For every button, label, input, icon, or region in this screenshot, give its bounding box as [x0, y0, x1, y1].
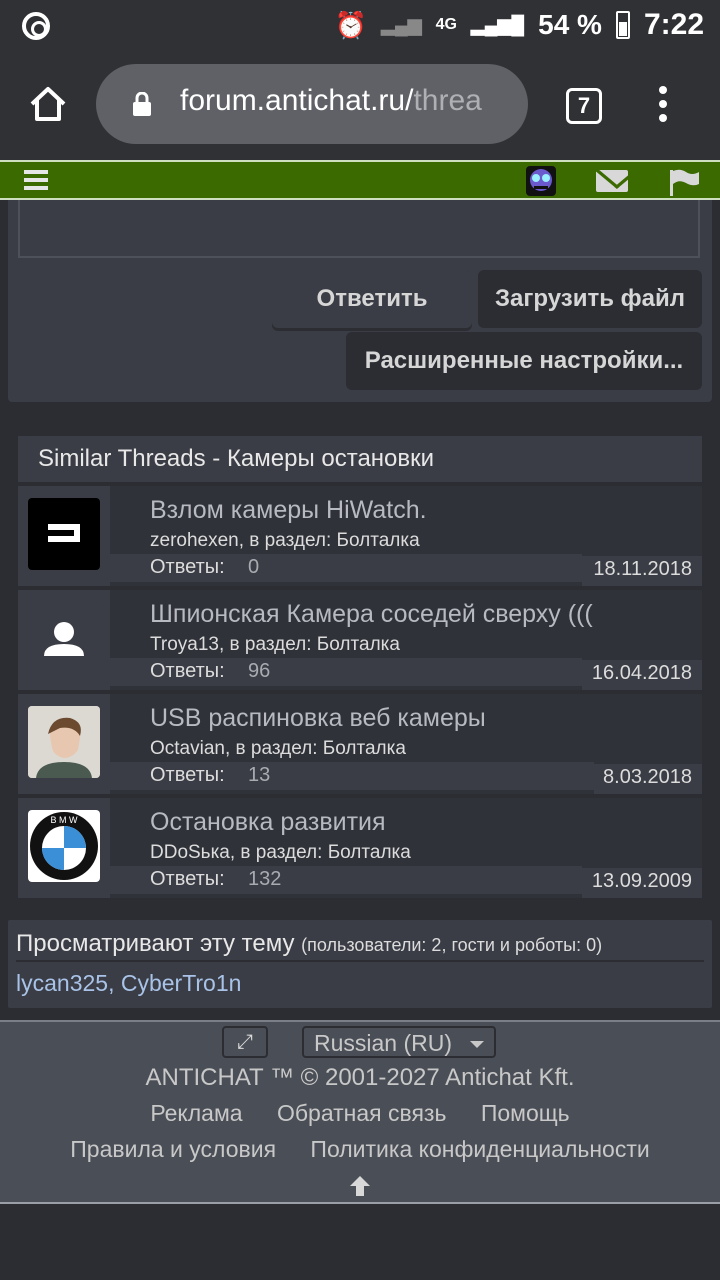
thread-meta: Troya13, в раздел: Болталка	[150, 634, 400, 655]
bmw-logo-avatar[interactable]: B M W	[28, 810, 100, 882]
answers-count: 96	[248, 660, 271, 682]
scroll-top-icon[interactable]	[348, 1174, 372, 1198]
thread-stats: Ответы: 96	[110, 658, 582, 686]
default-avatar-icon[interactable]	[28, 602, 100, 674]
footer-link-ads[interactable]: Реклама	[150, 1100, 242, 1126]
thread-avatar[interactable]	[28, 498, 100, 570]
main-content: Ответить Загрузить файл Расширенные наст…	[0, 200, 720, 1020]
status-bar: ⏰ ▂▄▆ 4G ▂▄▆█ 54 % 7:22	[0, 0, 720, 52]
network-type: 4G	[435, 16, 457, 33]
thread-meta: zerohexen, в раздел: Болталка	[150, 530, 420, 551]
thread-body: Остановка развития DDoSька, в раздел: Бо…	[110, 798, 702, 898]
footer-links-row1: Реклама Обратная связь Помощь	[0, 1100, 720, 1127]
viewing-counts: (пользователи: 2, гости и роботы: 0)	[301, 935, 603, 955]
viewing-heading: Просматривают эту тему	[16, 930, 295, 957]
status-bar-right: ⏰ ▂▄▆ 4G ▂▄▆█ 54 % 7:22	[335, 8, 704, 42]
thread-title[interactable]: USB распиновка веб камеры	[150, 704, 486, 733]
copyright: ANTICHAT ™ © 2001-2027 Antichat Kft.	[145, 1064, 575, 1091]
footer: ⤢ Russian (RU) ANTICHAT ™ © 2001-2027 An…	[0, 1020, 720, 1204]
thread-row[interactable]: USB распиновка веб камеры Octavian, в ра…	[18, 690, 702, 794]
expand-icon[interactable]: ⤢	[222, 1026, 268, 1058]
thread-date: 8.03.2018	[603, 766, 692, 788]
language-label: Russian (RU)	[314, 1030, 453, 1056]
viewing-title: Просматривают эту тему (пользователи: 2,…	[16, 930, 602, 958]
language-selector[interactable]: Russian (RU)	[302, 1026, 496, 1058]
answers-count: 13	[248, 764, 271, 786]
thread-title[interactable]: Взлом камеры HiWatch.	[150, 496, 427, 525]
url-text: forum.antichat.ru/threa	[180, 84, 482, 118]
battery-icon	[615, 11, 630, 39]
thread-stats: Ответы: 13	[110, 762, 594, 790]
url-main: forum.antichat.ru/	[180, 84, 414, 117]
thread-meta: Octavian, в раздел: Болталка	[150, 738, 406, 759]
mail-icon[interactable]	[596, 170, 628, 192]
thread-date: 13.09.2009	[591, 870, 692, 892]
thread-row[interactable]: B M W Остановка развития DDoSька, в разд…	[18, 794, 702, 898]
thread-title[interactable]: Шпионская Камера соседей сверху (((	[150, 600, 593, 629]
alarm-icon: ⏰	[334, 9, 368, 40]
thread-date: 16.04.2018	[591, 662, 692, 684]
svg-text:B M W: B M W	[51, 815, 79, 825]
tab-switcher-button[interactable]: 7	[566, 88, 602, 124]
thread-date-box: 18.11.2018	[582, 556, 702, 586]
browser-toolbar: forum.antichat.ru/threa 7	[0, 52, 720, 160]
clock: 7:22	[643, 8, 704, 41]
reply-button[interactable]: Ответить	[272, 270, 472, 328]
address-bar[interactable]: forum.antichat.ru/threa	[96, 64, 528, 144]
hamburger-menu-icon[interactable]	[24, 170, 48, 190]
thread-title[interactable]: Остановка развития	[150, 808, 386, 837]
similar-threads-header: Similar Threads - Камеры остановки	[18, 436, 702, 482]
thread-avatar[interactable]	[28, 706, 100, 778]
user-avatar[interactable]	[526, 166, 556, 196]
signal-off-icon: ▂▄▆	[381, 14, 422, 35]
answers-label: Ответы:	[150, 868, 225, 890]
quick-reply-panel: Ответить Загрузить файл Расширенные наст…	[8, 200, 712, 402]
thread-meta: DDoSька, в раздел: Болталка	[150, 842, 411, 863]
answers-label: Ответы:	[150, 764, 225, 786]
advanced-settings-button[interactable]: Расширенные настройки...	[346, 332, 702, 390]
thread-date-box: 13.09.2009	[582, 868, 702, 898]
footer-link-help[interactable]: Помощь	[481, 1100, 570, 1126]
thread-body: Шпионская Камера соседей сверху ((( Troy…	[110, 590, 702, 690]
lock-icon	[133, 92, 151, 116]
battery-percent: 54 %	[538, 9, 602, 40]
thread-row[interactable]: Шпионская Камера соседей сверху ((( Troy…	[18, 586, 702, 690]
viewing-users-panel: Просматривают эту тему (пользователи: 2,…	[8, 920, 712, 1008]
footer-link-feedback[interactable]: Обратная связь	[277, 1100, 446, 1126]
thread-date-box: 8.03.2018	[594, 764, 702, 794]
flag-icon[interactable]	[668, 168, 700, 196]
answers-count: 132	[248, 868, 282, 890]
home-icon[interactable]	[28, 84, 68, 124]
caret-down-icon	[470, 1041, 484, 1048]
page-bottom	[0, 1204, 720, 1280]
thread-body: Взлом камеры HiWatch. zerohexen, в разде…	[110, 486, 702, 586]
upload-file-button[interactable]: Загрузить файл	[478, 270, 702, 328]
forum-navbar	[0, 160, 720, 200]
browser-menu-icon[interactable]	[656, 86, 670, 126]
footer-link-terms[interactable]: Правила и условия	[70, 1136, 276, 1162]
answers-count: 0	[248, 556, 260, 578]
thread-date-box: 16.04.2018	[582, 660, 702, 690]
viewing-users-list[interactable]: lycan325, CyberTro1n	[16, 970, 241, 997]
answers-label: Ответы:	[150, 660, 225, 682]
thread-avatar-cell	[18, 486, 110, 586]
divider	[16, 960, 704, 962]
thread-avatar-cell	[18, 694, 110, 794]
url-dim: threa	[413, 84, 482, 117]
thread-body: USB распиновка веб камеры Octavian, в ра…	[110, 694, 702, 794]
answers-label: Ответы:	[150, 556, 225, 578]
footer-link-privacy[interactable]: Политика конфиденциальности	[310, 1136, 649, 1162]
thread-stats: Ответы: 0	[110, 554, 582, 582]
chrome-icon	[22, 12, 50, 40]
thread-stats: Ответы: 132	[110, 866, 582, 894]
thread-avatar-cell	[18, 590, 110, 690]
thread-avatar-cell: B M W	[18, 798, 110, 898]
footer-links-row2: Правила и условия Политика конфиденциаль…	[0, 1136, 720, 1163]
thread-date: 18.11.2018	[593, 558, 692, 580]
similar-threads: Similar Threads - Камеры остановки Взлом…	[18, 436, 702, 902]
reply-editor[interactable]	[18, 200, 700, 258]
signal-icon: ▂▄▆█	[470, 14, 525, 35]
thread-row[interactable]: Взлом камеры HiWatch. zerohexen, в разде…	[18, 482, 702, 586]
